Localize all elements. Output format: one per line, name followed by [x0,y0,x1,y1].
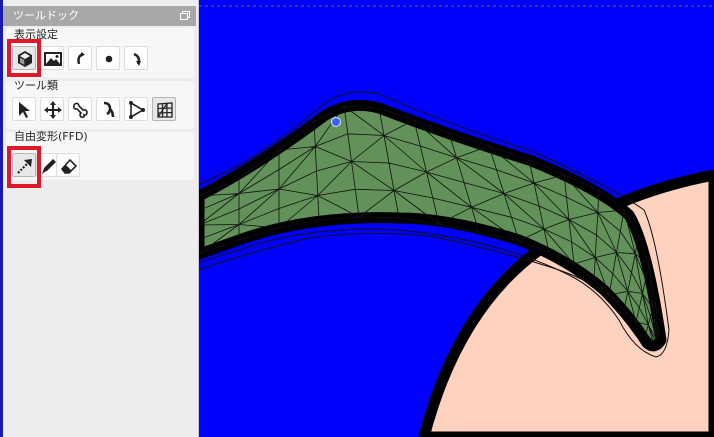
highlight-box-ffd [7,146,41,188]
image-icon [44,52,62,66]
dock-title: ツールドック [13,9,79,22]
ffd-label: 自由変形(FFD) [14,130,88,143]
vertex-tool-button[interactable] [124,97,148,121]
canvas-viewport[interactable] [199,0,714,437]
scene-svg [199,0,714,437]
float-window-icon[interactable] [180,11,190,20]
undo-icon [77,52,85,65]
ffd-eraser-button[interactable] [56,153,80,177]
undo-button[interactable] [68,46,92,70]
vertex-icon [129,101,145,119]
select-tool-button[interactable] [12,97,36,121]
joint-tool-button[interactable] [96,97,120,121]
tools-label: ツール類 [14,79,58,92]
redo-icon [133,52,141,66]
bone-icon [73,102,88,119]
highlight-box-display [7,39,41,77]
joint-icon [103,101,115,118]
cursor-icon [19,102,30,118]
dot-icon [105,55,113,63]
move-tool-button[interactable] [40,97,64,121]
dot-button[interactable] [96,46,120,70]
dock-left-edge [0,0,3,437]
mesh-tool-button[interactable] [152,97,176,121]
redo-button[interactable] [124,46,148,70]
move-icon [44,101,62,119]
eraser-icon [60,158,78,174]
selected-vertex-handle [331,117,341,127]
dock-titlebar[interactable]: ツールドック [3,6,196,26]
image-view-button[interactable] [40,46,64,70]
mesh-icon [157,102,173,118]
tool-dock: ツールドック 表示設定 ツール類 自由変形(FFD) [0,0,199,437]
bone-tool-button[interactable] [68,97,92,121]
